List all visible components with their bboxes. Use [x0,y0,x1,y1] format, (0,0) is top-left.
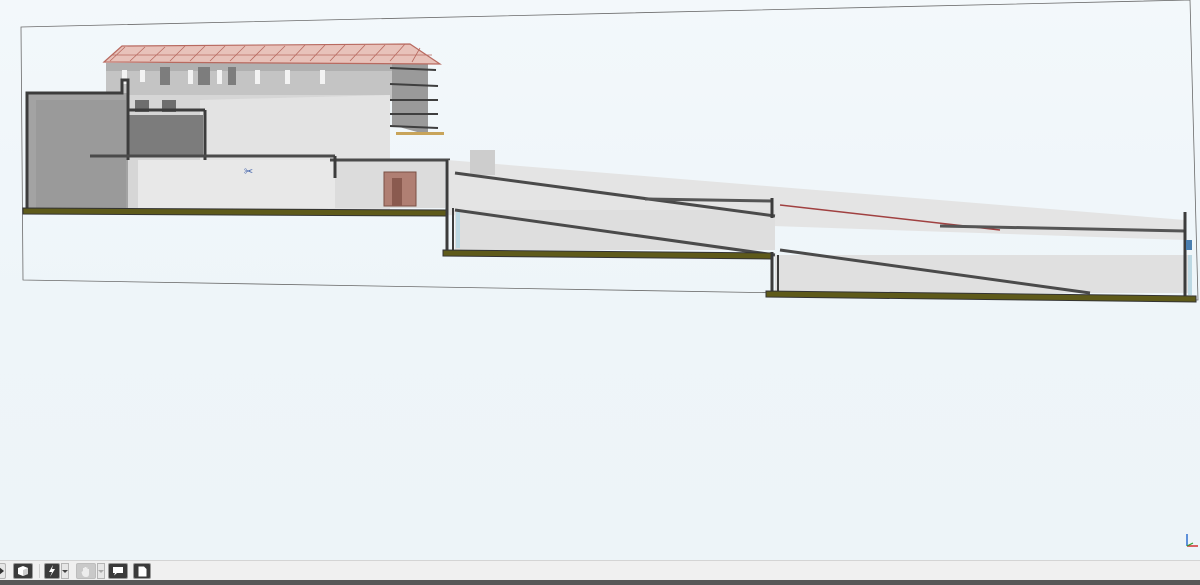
lightning-icon [49,565,55,577]
sheet-button[interactable] [133,563,151,579]
status-bar [0,560,1200,581]
cube-icon [18,566,28,576]
wheel-button[interactable] [44,563,60,579]
section-model[interactable]: ✂ [0,0,1200,560]
orbit-button[interactable] [76,563,96,579]
middle-level [442,150,1185,260]
comment-button[interactable] [108,563,128,579]
play-arrow-icon [0,567,4,575]
separator [39,564,40,578]
left-building-section: ✂ [25,78,450,210]
view-cube-button[interactable] [13,563,33,579]
window-bottom-edge [0,580,1200,585]
hand-icon [81,566,89,577]
roof-trusses [102,43,442,65]
nav-arrow-button[interactable] [0,563,6,579]
speech-bubble-icon [113,567,123,576]
svg-text:✂: ✂ [244,165,253,178]
3d-viewport[interactable]: ✂ [0,0,1200,560]
wheel-dropdown[interactable] [61,563,69,579]
page-icon [138,566,146,576]
orbit-dropdown[interactable] [97,563,105,579]
axis-triad-icon [1186,534,1198,547]
floor-slab-upper [22,207,448,217]
